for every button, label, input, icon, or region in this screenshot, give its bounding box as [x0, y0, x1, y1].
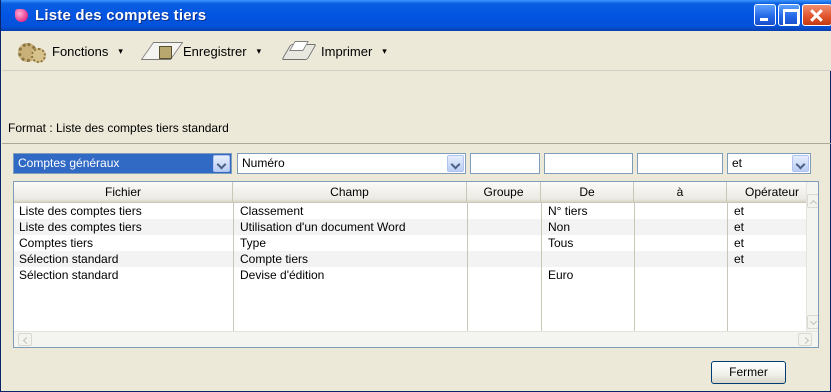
column-header-groupe[interactable]: Groupe: [467, 182, 541, 203]
window-title: Liste des comptes tiers: [35, 7, 207, 24]
imprimer-label: Imprimer: [321, 43, 373, 59]
cell-groupe: [467, 203, 541, 219]
cell-groupe: [467, 251, 541, 267]
champ-select-value: Numéro: [242, 156, 285, 170]
column-header-champ[interactable]: Champ: [233, 182, 467, 203]
enregistrer-menu-button[interactable]: Enregistrer ▾: [145, 36, 261, 66]
column-header-a[interactable]: à: [634, 182, 727, 203]
cell-fichier: Comptes tiers: [19, 236, 94, 250]
scroll-up-icon[interactable]: [807, 194, 818, 208]
column-header-de[interactable]: De: [541, 182, 634, 203]
scroll-down-icon[interactable]: [807, 315, 818, 329]
table-row[interactable]: Comptes tiers Type Tous et: [14, 235, 806, 251]
scroll-right-icon[interactable]: [798, 333, 812, 346]
cell-de: Tous: [548, 236, 574, 250]
chevron-down-icon: ▾: [382, 45, 387, 56]
gears-icon: [14, 40, 46, 63]
cell-fichier: Sélection standard: [19, 252, 119, 266]
criteria-table[interactable]: Fichier Champ Groupe De à Opérateur List…: [13, 181, 819, 348]
column-header-operateur[interactable]: Opérateur: [727, 182, 818, 203]
cell-fichier: Liste des comptes tiers: [19, 220, 142, 234]
cell-a: [634, 251, 727, 267]
toolbar: Fonctions ▾ Enregistrer ▾ Imprimer ▾: [2, 31, 831, 71]
cell-a: [634, 267, 727, 283]
table-row[interactable]: Sélection standard Compte tiers et: [14, 251, 806, 267]
separator: [2, 143, 831, 144]
imprimer-menu-button[interactable]: Imprimer ▾: [283, 36, 387, 66]
cell-champ: Classement: [240, 204, 304, 218]
de-input[interactable]: [544, 153, 633, 174]
save-icon: [145, 40, 177, 62]
table-row[interactable]: Liste des comptes tiers Utilisation d'un…: [14, 219, 806, 235]
operateur-select[interactable]: et: [727, 153, 811, 174]
column-divider: [233, 203, 234, 331]
column-divider: [541, 203, 542, 331]
close-window-button[interactable]: [802, 4, 831, 26]
cell-groupe: [467, 219, 541, 235]
column-divider: [634, 203, 635, 331]
cell-operateur: [729, 267, 806, 283]
vertical-scrollbar[interactable]: [806, 182, 818, 331]
table-row[interactable]: Liste des comptes tiers Classement N° ti…: [14, 203, 806, 219]
chevron-down-icon: ▾: [256, 45, 262, 56]
fichier-select[interactable]: Comptes généraux: [13, 153, 232, 174]
fichier-select-value: Comptes généraux: [18, 156, 120, 170]
cell-operateur: et: [734, 204, 745, 218]
fonctions-label: Fonctions: [52, 43, 109, 59]
cell-operateur: et: [734, 220, 745, 234]
cell-de: Non: [548, 220, 571, 234]
enregistrer-label: Enregistrer: [183, 43, 247, 59]
minimize-button[interactable]: [754, 4, 776, 26]
cell-champ: Type: [240, 236, 267, 250]
format-label: Format : Liste des comptes tiers standar…: [8, 121, 229, 135]
cell-de: [543, 251, 634, 267]
column-divider: [467, 203, 468, 331]
a-input[interactable]: [637, 153, 723, 174]
cell-operateur: et: [734, 252, 745, 266]
operateur-select-value: et: [732, 156, 743, 170]
maximize-button[interactable]: [778, 4, 800, 26]
cell-de: Euro: [548, 268, 574, 282]
cell-a: [634, 203, 727, 219]
chevron-down-icon[interactable]: [213, 155, 230, 172]
cell-a: [634, 235, 727, 251]
column-header-fichier[interactable]: Fichier: [14, 182, 233, 203]
cell-fichier: Sélection standard: [19, 268, 119, 282]
cell-de: N° tiers: [548, 204, 588, 218]
champ-select[interactable]: Numéro: [237, 153, 466, 174]
cell-a: [634, 219, 727, 235]
table-row[interactable]: Sélection standard Devise d'édition Euro: [14, 267, 806, 283]
window: Liste des comptes tiers Fonctions ▾ Enre…: [0, 0, 831, 392]
app-icon: [15, 9, 28, 22]
table-header: Fichier Champ Groupe De à Opérateur: [14, 182, 818, 203]
cell-fichier: Liste des comptes tiers: [19, 204, 142, 218]
chevron-down-icon[interactable]: [447, 155, 464, 172]
cell-groupe: [467, 235, 541, 251]
scroll-left-icon[interactable]: [18, 333, 32, 346]
chevron-down-icon: ▾: [118, 45, 123, 56]
column-divider: [727, 203, 728, 331]
title-bar[interactable]: Liste des comptes tiers: [1, 0, 831, 31]
horizontal-scrollbar[interactable]: [14, 331, 818, 347]
cell-champ: Utilisation d'un document Word: [240, 220, 406, 234]
cell-operateur: et: [734, 236, 745, 250]
fermer-button[interactable]: Fermer: [711, 361, 786, 384]
cell-champ: Compte tiers: [240, 252, 309, 266]
cell-groupe: [467, 267, 541, 283]
groupe-input[interactable]: [470, 153, 540, 174]
printer-icon: [283, 40, 315, 62]
cell-champ: Devise d'édition: [240, 268, 325, 282]
chevron-down-icon[interactable]: [792, 155, 809, 172]
fonctions-menu-button[interactable]: Fonctions ▾: [14, 36, 123, 66]
